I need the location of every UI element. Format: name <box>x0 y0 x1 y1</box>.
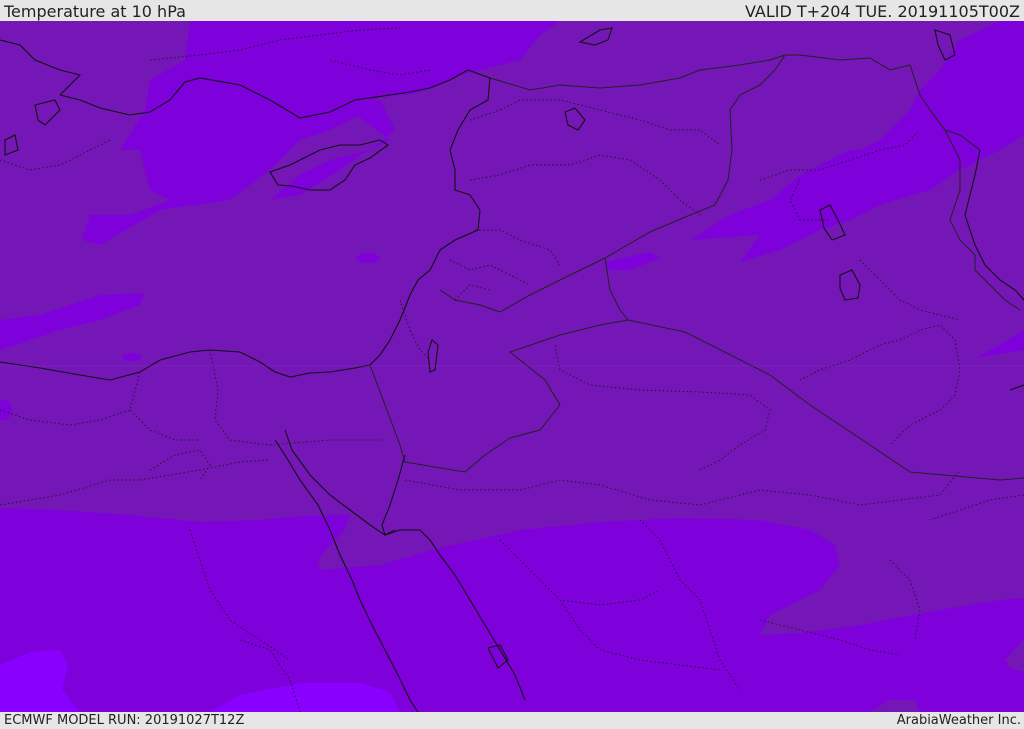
map-title: Temperature at 10 hPa <box>4 2 186 21</box>
weather-map <box>0 21 1024 712</box>
temperature-band-mid <box>356 253 380 263</box>
valid-time: VALID T+204 TUE. 20191105T00Z <box>744 2 1020 21</box>
model-run-label: ECMWF MODEL RUN: 20191027T12Z <box>4 713 245 728</box>
header-bar: Temperature at 10 hPa VALID T+204 TUE. 2… <box>0 0 1024 21</box>
footer-bar: ECMWF MODEL RUN: 20191027T12Z ArabiaWeat… <box>0 712 1024 729</box>
temperature-band-mid <box>122 353 142 361</box>
credit-label: ArabiaWeather Inc. <box>896 713 1021 728</box>
